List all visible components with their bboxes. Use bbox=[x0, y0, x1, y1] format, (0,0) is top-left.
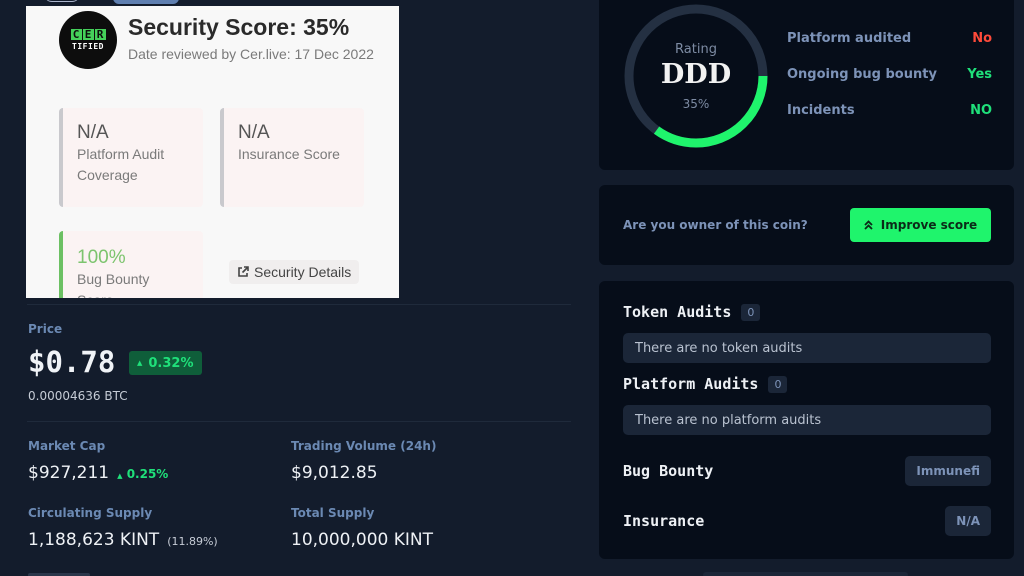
market-cap-change: ▲ 0.25% bbox=[117, 467, 168, 481]
criterion-label: Incidents bbox=[787, 103, 855, 118]
stat-value: $927,211 bbox=[28, 463, 110, 483]
logo-letter: E bbox=[82, 29, 94, 40]
divider bbox=[27, 421, 571, 422]
criterion-value: No bbox=[972, 31, 992, 46]
criterion-incidents: Incidents NO bbox=[787, 103, 992, 118]
platform-audits-count: 0 bbox=[768, 375, 788, 393]
price-change-value: 0.32% bbox=[148, 355, 194, 371]
stat-label: Total Supply bbox=[291, 506, 375, 520]
metric-label: Bug Bounty Score bbox=[77, 271, 150, 298]
security-details-label: Security Details bbox=[254, 264, 352, 280]
metric-label: Platform Audit Coverage bbox=[77, 146, 165, 183]
bug-bounty-score-metric: 100% Bug Bounty Score bbox=[59, 231, 203, 298]
insurance-score-metric: N/A Insurance Score bbox=[220, 108, 364, 207]
platform-audit-coverage-metric: N/A Platform Audit Coverage bbox=[59, 108, 203, 207]
stat-label: Market Cap bbox=[28, 439, 106, 453]
trading-volume-stat: Trading Volume (24h) $9,012.85 bbox=[291, 439, 436, 483]
audits-panel: Token Audits 0 There are no token audits… bbox=[599, 281, 1014, 559]
header-tab-fragment[interactable] bbox=[113, 0, 179, 4]
logo-letter: R bbox=[94, 29, 106, 40]
triangle-up-icon: ▲ bbox=[137, 359, 143, 367]
metric-value: N/A bbox=[77, 122, 109, 143]
criterion-label: Platform audited bbox=[787, 31, 912, 46]
date-reviewed: Date reviewed by Cer.live: 17 Dec 2022 bbox=[128, 46, 374, 62]
rating-percent: 35% bbox=[682, 97, 710, 111]
improve-score-button[interactable]: Improve score bbox=[850, 208, 991, 242]
criterion-platform-audited: Platform audited No bbox=[787, 31, 992, 46]
insurance-tag: N/A bbox=[945, 506, 991, 536]
token-audits-heading: Token Audits 0 bbox=[623, 303, 761, 321]
logo-subtext: TIFIED bbox=[72, 42, 104, 51]
stat-label: Circulating Supply bbox=[28, 506, 153, 520]
price-label: Price bbox=[28, 322, 63, 336]
criterion-value: Yes bbox=[967, 67, 992, 82]
logo-letter: C bbox=[70, 29, 82, 40]
token-audits-title: Token Audits bbox=[623, 303, 732, 321]
market-cap-change-value: 0.25% bbox=[126, 467, 169, 481]
bottom-element-fragment bbox=[703, 572, 908, 576]
rating-grade: DDD bbox=[660, 59, 732, 90]
rating-label: Rating bbox=[675, 42, 717, 57]
external-link-icon bbox=[238, 266, 249, 277]
metric-value: N/A bbox=[238, 122, 270, 143]
bug-bounty-label: Bug Bounty bbox=[623, 462, 714, 480]
price-btc: 0.00004636 BTC bbox=[28, 389, 128, 403]
divider bbox=[27, 304, 571, 305]
criterion-label: Ongoing bug bounty bbox=[787, 67, 937, 82]
double-chevron-up-icon bbox=[864, 220, 873, 230]
rating-panel: Rating DDD 35% Platform audited No Ongoi… bbox=[599, 0, 1014, 170]
platform-audits-empty: There are no platform audits bbox=[623, 405, 991, 435]
insurance-label: Insurance bbox=[623, 512, 705, 530]
stat-value: 1,188,623 KINT bbox=[28, 530, 160, 550]
price-value: $0.78 bbox=[28, 345, 116, 379]
owner-panel: Are you owner of this coin? Improve scor… bbox=[599, 185, 1014, 265]
metric-value: 100% bbox=[77, 247, 126, 268]
criterion-value: NO bbox=[970, 103, 992, 118]
total-supply-stat: Total Supply 10,000,000 KINT bbox=[291, 506, 433, 550]
improve-score-label: Improve score bbox=[880, 218, 978, 232]
rating-ring-text: Rating DDD 35% bbox=[621, 1, 771, 151]
platform-audits-title: Platform Audits bbox=[623, 375, 759, 393]
security-score-card: C E R TIFIED Security Score: 35% Date re… bbox=[26, 6, 399, 298]
bug-bounty-tag[interactable]: Immunefi bbox=[905, 456, 991, 486]
stat-label: Trading Volume (24h) bbox=[291, 439, 437, 453]
criterion-bug-bounty: Ongoing bug bounty Yes bbox=[787, 67, 992, 82]
stat-value: $9,012.85 bbox=[291, 463, 378, 483]
market-cap-stat: Market Cap $927,211 ▲ 0.25% bbox=[28, 439, 168, 483]
owner-question: Are you owner of this coin? bbox=[623, 218, 808, 232]
metric-label: Insurance Score bbox=[238, 146, 340, 162]
stat-value: 10,000,000 KINT bbox=[291, 530, 434, 550]
platform-audits-heading: Platform Audits 0 bbox=[623, 375, 788, 393]
circulating-percent: (11.89%) bbox=[167, 535, 218, 548]
token-audits-count: 0 bbox=[741, 303, 761, 321]
token-audits-empty: There are no token audits bbox=[623, 333, 991, 363]
security-details-button[interactable]: Security Details bbox=[229, 260, 360, 284]
security-score-title: Security Score: 35% bbox=[128, 14, 350, 40]
header-logo-fragment bbox=[44, 0, 80, 2]
certified-logo: C E R TIFIED bbox=[59, 11, 117, 69]
price-change-badge: ▲ 0.32% bbox=[129, 351, 202, 375]
triangle-up-icon: ▲ bbox=[117, 472, 123, 480]
circulating-supply-stat: Circulating Supply 1,188,623 KINT (11.89… bbox=[28, 506, 218, 550]
